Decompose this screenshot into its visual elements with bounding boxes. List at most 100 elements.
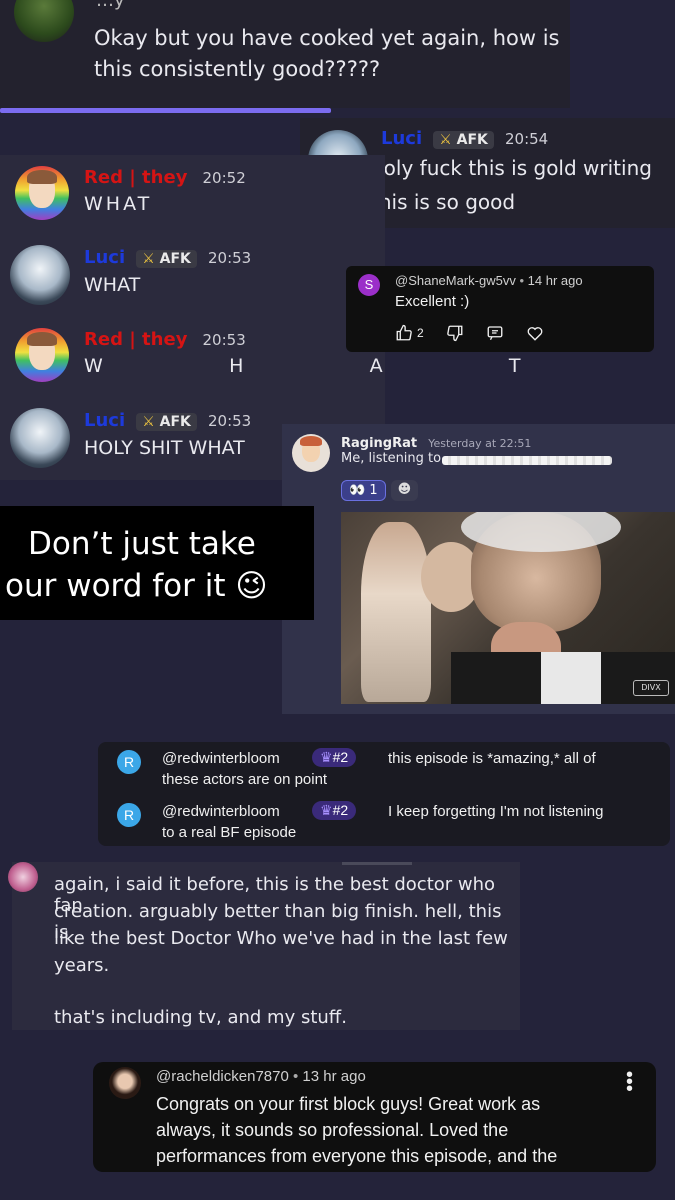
message-line: holy fuck this is gold writing — [381, 156, 652, 180]
divider-bar — [0, 108, 331, 113]
message-line: years. — [54, 955, 110, 976]
avatar[interactable] — [10, 408, 70, 468]
like-button[interactable]: 2 — [395, 324, 424, 342]
long-message-panel: again, i said it before, this is the bes… — [8, 862, 520, 1030]
thumbs-up-icon — [396, 324, 412, 341]
rank-label: #2 — [332, 802, 349, 818]
crown-icon: ♛ — [320, 802, 333, 818]
divx-watermark: DIVX — [633, 680, 669, 696]
message-text: Me, listening to — [341, 451, 441, 466]
author-name[interactable]: Red | they — [84, 329, 187, 350]
message-line: this consistently good????? — [94, 57, 381, 81]
avatar[interactable]: S — [358, 274, 380, 296]
author-name[interactable]: Luci — [84, 410, 125, 431]
avatar[interactable] — [109, 1067, 141, 1099]
reaction-eyes[interactable]: 👀 1 — [341, 480, 386, 501]
reaction-count: 1 — [369, 483, 378, 498]
author-name[interactable]: RagingRat — [341, 436, 417, 451]
heart-icon[interactable] — [526, 324, 544, 342]
comment-age: 13 hr ago — [302, 1068, 366, 1085]
comment-text: Excellent :) — [395, 293, 470, 310]
message-header: Luci ⚔ AFK 20:53 — [84, 247, 251, 268]
message-line: Okay but you have cooked yet again, how … — [94, 26, 560, 50]
timestamp: 20:53 — [202, 331, 246, 349]
crown-icon: ♛ — [320, 749, 333, 765]
avatar[interactable] — [14, 0, 74, 42]
chat-handle[interactable]: @redwinterbloom — [162, 803, 280, 820]
author-name[interactable]: Red | they — [84, 167, 187, 188]
chat-text: this episode is *amazing,* all of — [388, 750, 596, 767]
rank-label: #2 — [332, 749, 349, 765]
eyes-icon: 👀 — [349, 483, 366, 498]
badge-label: AFK — [159, 250, 191, 267]
like-count: 2 — [417, 326, 424, 340]
avatar[interactable] — [10, 245, 70, 305]
message-line: that's including tv, and my stuff. — [54, 1007, 347, 1028]
timestamp: 20:53 — [208, 249, 252, 267]
tagline-line: Don’t just take — [28, 526, 256, 562]
avatar[interactable] — [292, 434, 330, 472]
avatar[interactable] — [15, 328, 69, 382]
author-name[interactable]: Luci — [381, 128, 422, 149]
author-name[interactable]: Luci — [84, 247, 125, 268]
message-text: HOLY SHIT WHAT — [84, 437, 245, 459]
top-message-panel: …y Okay but you have cooked yet again, h… — [0, 0, 570, 108]
message-body: holy fuck this is gold writing this is s… — [381, 156, 671, 226]
sword-icon: ⚔ — [142, 413, 155, 430]
avatar[interactable] — [15, 166, 69, 220]
thumbs-down-icon[interactable] — [446, 324, 464, 342]
chat-text: these actors are on point — [162, 771, 328, 788]
message-header: Luci ⚔ AFK 20:54 — [381, 128, 548, 149]
comment-line: Congrats on your first block guys! Great… — [156, 1094, 541, 1114]
comment-header: @racheldicken7870 • 13 hr ago — [156, 1068, 366, 1085]
message-line: Me, listening to — [341, 451, 442, 466]
avatar[interactable] — [8, 862, 38, 892]
message-line: this is so good — [381, 190, 516, 214]
tagline-box: Don’t just take our word for it 😉 — [0, 506, 314, 620]
afk-badge: ⚔ AFK — [136, 249, 197, 268]
gif-image[interactable]: DIVX — [341, 512, 675, 704]
message-line: like the best Doctor Who we've had in th… — [54, 928, 508, 949]
smiley-icon: ☻ — [397, 482, 412, 497]
timestamp: 20:52 — [202, 169, 246, 187]
comment-handle[interactable]: @ShaneMark-gw5vv — [395, 273, 516, 288]
member-badge: ♛#2 — [312, 748, 357, 767]
badge-label: AFK — [456, 131, 488, 148]
member-badge: ♛#2 — [312, 801, 357, 820]
comment-actions: 2 — [395, 324, 544, 342]
timestamp: 20:54 — [505, 130, 549, 148]
add-reaction-button[interactable]: ☻ — [390, 480, 419, 501]
chat-text: I keep forgetting I'm not listening — [388, 803, 604, 820]
sword-icon: ⚔ — [142, 250, 155, 267]
avatar[interactable]: R — [117, 803, 141, 827]
message-header: Red | they 20:53 — [84, 329, 246, 350]
chat-text: to a real BF episode — [162, 824, 297, 841]
badge-label: AFK — [159, 413, 191, 430]
timestamp: Yesterday at 22:51 — [428, 437, 532, 450]
comment-age: 14 hr ago — [527, 273, 583, 288]
avatar[interactable]: R — [117, 750, 141, 774]
timestamp: 20:53 — [208, 412, 252, 430]
comment-handle[interactable]: @racheldicken7870 — [156, 1068, 289, 1085]
message-header: Red | they 20:52 — [84, 167, 246, 188]
afk-badge: ⚔ AFK — [433, 130, 494, 149]
more-options-icon[interactable]: • • • — [626, 1065, 633, 1099]
message-text: WHAT — [84, 274, 141, 296]
chat-handle[interactable]: @redwinterbloom — [162, 750, 280, 767]
youtube-chat-panel: R @redwinterbloom ♛#2 this episode is *a… — [98, 742, 670, 846]
comment-line: always, it sounds so professional. Loved… — [156, 1120, 509, 1140]
comment-header: @ShaneMark-gw5vv • 14 hr ago — [395, 273, 583, 288]
message-header: Luci ⚔ AFK 20:53 — [84, 410, 251, 431]
comment-line: performances from everyone this episode,… — [156, 1146, 558, 1166]
author-name-fragment: …y — [96, 0, 125, 11]
top-indicator — [342, 862, 412, 865]
youtube-comment: S @ShaneMark-gw5vv • 14 hr ago Excellent… — [346, 266, 654, 352]
tagline-line: our word for it 😉 — [5, 568, 268, 604]
message-text: WHAT — [84, 193, 153, 215]
reply-icon[interactable] — [486, 324, 504, 342]
ragingrat-message: RagingRat Yesterday at 22:51 Me, listeni… — [282, 424, 675, 714]
redaction-scribble — [442, 456, 612, 465]
sword-icon: ⚔ — [439, 131, 452, 148]
youtube-comment: @racheldicken7870 • 13 hr ago • • • Congra… — [93, 1062, 656, 1172]
reactions-row: 👀 1 ☻ — [341, 480, 419, 501]
